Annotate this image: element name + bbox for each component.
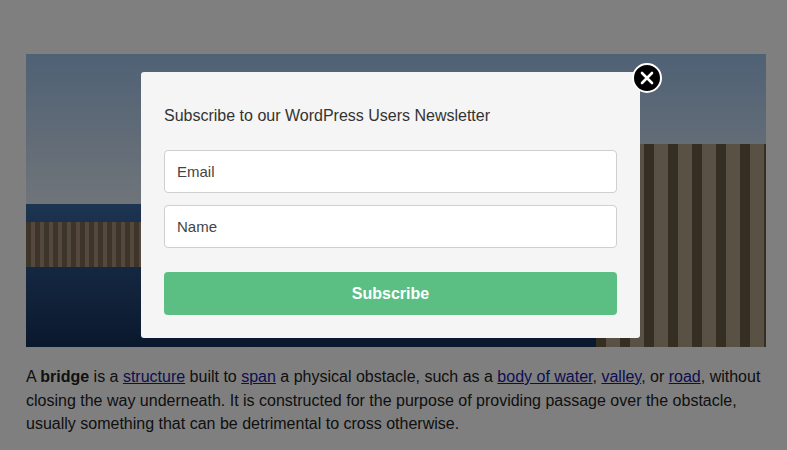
text-field[interactable] — [164, 150, 617, 193]
text-field[interactable] — [164, 205, 617, 248]
close-icon — [640, 71, 654, 85]
close-button[interactable] — [632, 63, 662, 93]
popup-title: Subscribe to our WordPress Users Newslet… — [164, 106, 617, 126]
subscribe-button[interactable]: Subscribe — [164, 272, 617, 315]
subscribe-popup: Subscribe to our WordPress Users Newslet… — [141, 72, 640, 338]
page: A bridge is a structure built to span a … — [0, 0, 787, 450]
